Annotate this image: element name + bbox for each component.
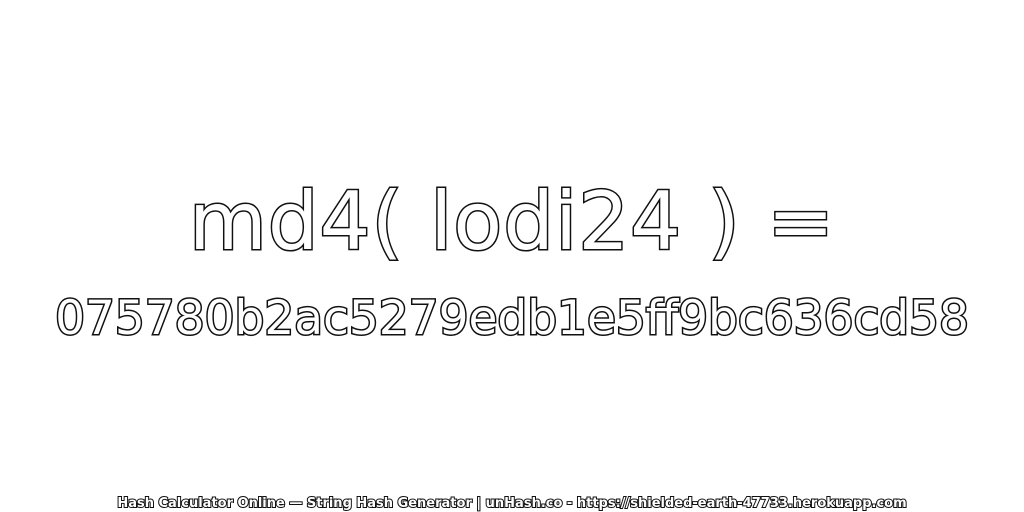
footer-credit: Hash Calculator Online — String Hash Gen… bbox=[116, 495, 907, 512]
hash-result: 075780b2ac5279edb1e5ff9bc636cd58 bbox=[54, 290, 971, 348]
hash-expression: md4( lodi24 ) = bbox=[187, 174, 836, 270]
hash-image: md4( lodi24 ) = 075780b2ac5279edb1e5ff9b… bbox=[0, 0, 1024, 512]
